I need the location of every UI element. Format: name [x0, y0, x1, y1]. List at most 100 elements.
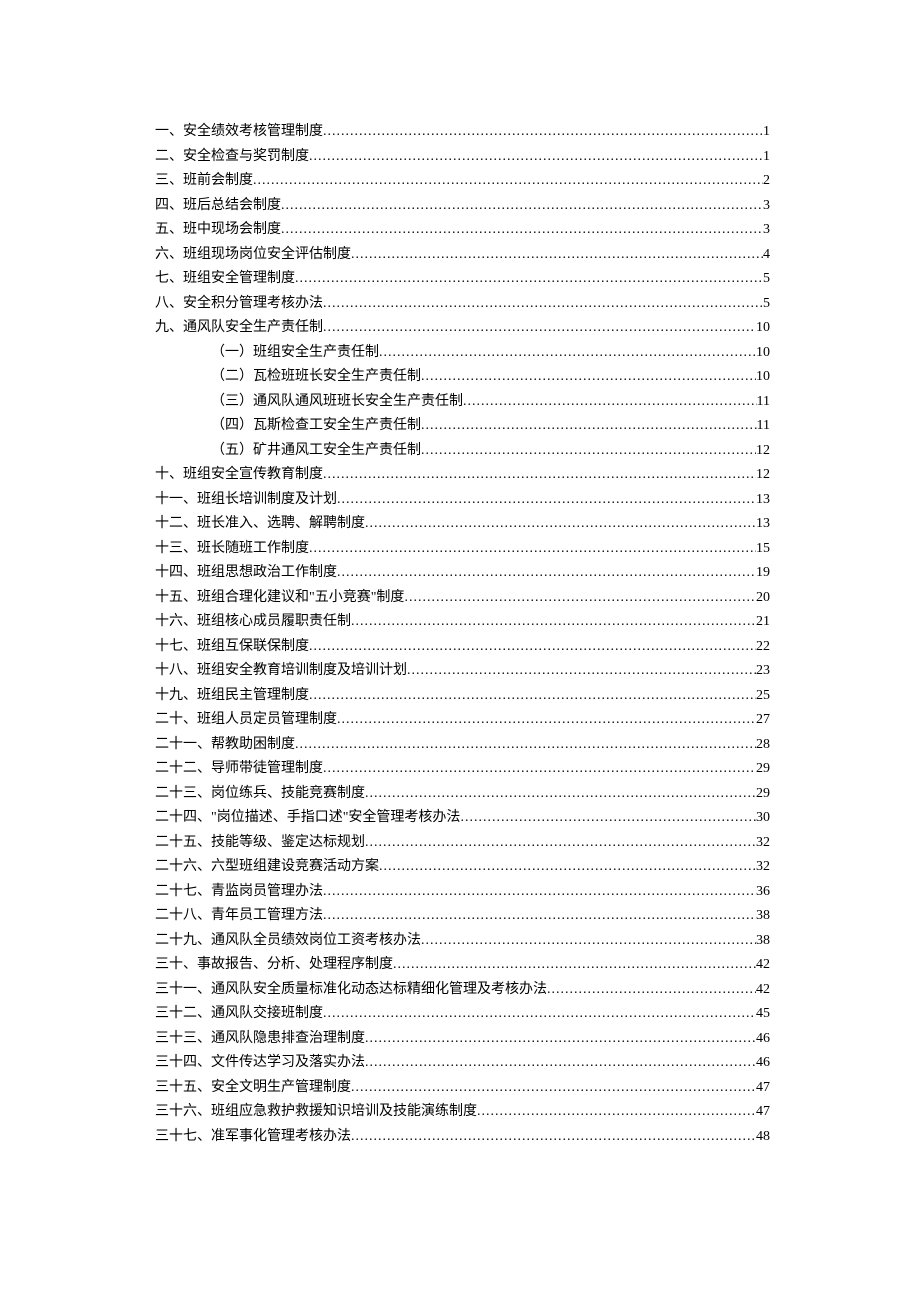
- toc-entry-label: 十六、班组核心成员履职责任制: [155, 610, 351, 635]
- toc-entry-page: 3: [763, 218, 770, 243]
- toc-entry[interactable]: （二）瓦检班班长安全生产责任制10: [155, 365, 770, 390]
- toc-entry[interactable]: （五）矿井通风工安全生产责任制12: [155, 439, 770, 464]
- toc-entry-page: 1: [763, 120, 770, 145]
- toc-entry-page: 38: [756, 904, 770, 929]
- toc-entry-page: 36: [756, 880, 770, 905]
- toc-entry-page: 32: [756, 831, 770, 856]
- toc-entry[interactable]: 二十、班组人员定员管理制度27: [155, 708, 770, 733]
- toc-entry-label: 十、班组安全宣传教育制度: [155, 463, 323, 488]
- toc-entry-page: 4: [763, 243, 770, 268]
- toc-entry[interactable]: 十、班组安全宣传教育制度12: [155, 463, 770, 488]
- toc-entry-label: 三十六、班组应急救护救援知识培训及技能演练制度: [155, 1100, 477, 1125]
- toc-entry-label: 二十六、六型班组建设竞赛活动方案: [155, 855, 379, 880]
- toc-entry-label: 五、班中现场会制度: [155, 218, 281, 243]
- toc-leader-dots: [309, 145, 763, 170]
- toc-entry[interactable]: 二十六、六型班组建设竞赛活动方案 32: [155, 855, 770, 880]
- toc-entry[interactable]: （一）班组安全生产责任制 10: [155, 341, 770, 366]
- toc-entry-label: 二十二、导师带徒管理制度: [155, 757, 323, 782]
- toc-entry-page: 12: [756, 439, 770, 464]
- toc-entry[interactable]: 二十五、技能等级、鉴定达标规划 32: [155, 831, 770, 856]
- toc-entry[interactable]: 十六、班组核心成员履职责任制 21: [155, 610, 770, 635]
- toc-entry[interactable]: 三十五、安全文明生产管理制度47: [155, 1076, 770, 1101]
- toc-entry-label: 二十五、技能等级、鉴定达标规划: [155, 831, 365, 856]
- toc-entry[interactable]: 三十三、通风队隐患排查治理制度46: [155, 1027, 770, 1052]
- toc-leader-dots: [323, 904, 756, 929]
- toc-entry[interactable]: 八、安全积分管理考核办法5: [155, 292, 770, 317]
- toc-entry-page: 1: [763, 145, 770, 170]
- toc-entry[interactable]: 二十一、帮教助困制度28: [155, 733, 770, 758]
- toc-leader-dots: [309, 635, 756, 660]
- toc-leader-dots: [460, 806, 756, 831]
- toc-entry[interactable]: 二十二、导师带徒管理制度29: [155, 757, 770, 782]
- toc-entry-page: 38: [756, 929, 770, 954]
- toc-entry[interactable]: 十二、班长准入、选聘、解聘制度13: [155, 512, 770, 537]
- toc-entry[interactable]: 三、班前会制度2: [155, 169, 770, 194]
- toc-leader-dots: [295, 267, 763, 292]
- toc-entry-label: （一）班组安全生产责任制: [211, 341, 379, 366]
- toc-entry[interactable]: 十一、班组长培训制度及计划13: [155, 488, 770, 513]
- toc-entry[interactable]: 二、安全检查与奖罚制度1: [155, 145, 770, 170]
- toc-leader-dots: [295, 733, 756, 758]
- toc-leader-dots: [323, 463, 756, 488]
- toc-leader-dots: [351, 243, 763, 268]
- toc-entry[interactable]: 七、班组安全管理制度5: [155, 267, 770, 292]
- toc-entry-label: 十五、班组合理化建议和"五小竞赛"制度: [155, 586, 404, 611]
- toc-leader-dots: [323, 757, 756, 782]
- toc-entry[interactable]: 三十七、准军事化管理考核办法48: [155, 1125, 770, 1150]
- toc-leader-dots: [351, 610, 756, 635]
- toc-entry-label: 三十四、文件传达学习及落实办法: [155, 1051, 365, 1076]
- toc-entry[interactable]: 五、班中现场会制度 3: [155, 218, 770, 243]
- toc-leader-dots: [407, 659, 756, 684]
- toc-entry[interactable]: 二十九、通风队全员绩效岗位工资考核办法38: [155, 929, 770, 954]
- toc-entry-page: 29: [756, 782, 770, 807]
- toc-leader-dots: [323, 292, 763, 317]
- toc-entry[interactable]: 三十四、文件传达学习及落实办法46: [155, 1051, 770, 1076]
- toc-leader-dots: [337, 488, 756, 513]
- toc-entry[interactable]: 十九、班组民主管理制度25: [155, 684, 770, 709]
- toc-leader-dots: [337, 561, 756, 586]
- toc-entry[interactable]: 三十六、班组应急救护救援知识培训及技能演练制度47: [155, 1100, 770, 1125]
- toc-entry-page: 20: [756, 586, 770, 611]
- toc-entry-page: 10: [756, 316, 770, 341]
- toc-entry[interactable]: 六、班组现场岗位安全评估制度4: [155, 243, 770, 268]
- toc-entry[interactable]: 十五、班组合理化建议和"五小竞赛"制度 20: [155, 586, 770, 611]
- toc-entry[interactable]: 一、安全绩效考核管理制度 1: [155, 120, 770, 145]
- toc-entry[interactable]: 四、班后总结会制度 3: [155, 194, 770, 219]
- toc-entry[interactable]: 二十四、"岗位描述、手指口述"安全管理考核办法30: [155, 806, 770, 831]
- toc-entry-label: 二十八、青年员工管理方法: [155, 904, 323, 929]
- toc-entry-page: 19: [756, 561, 770, 586]
- toc-entry[interactable]: 九、通风队安全生产责任制10: [155, 316, 770, 341]
- toc-entry-label: 十七、班组互保联保制度: [155, 635, 309, 660]
- toc-entry-page: 32: [756, 855, 770, 880]
- toc-entry-label: 二十七、青监岗员管理办法: [155, 880, 323, 905]
- toc-entry-label: 一、安全绩效考核管理制度: [155, 120, 323, 145]
- toc-entry-label: 四、班后总结会制度: [155, 194, 281, 219]
- toc-entry-label: 七、班组安全管理制度: [155, 267, 295, 292]
- toc-entry[interactable]: 二十八、青年员工管理方法 38: [155, 904, 770, 929]
- toc-entry[interactable]: 三十一、通风队安全质量标准化动态达标精细化管理及考核办法42: [155, 978, 770, 1003]
- toc-entry[interactable]: 十七、班组互保联保制度22: [155, 635, 770, 660]
- toc-leader-dots: [337, 708, 756, 733]
- toc-entry-page: 3: [763, 194, 770, 219]
- toc-entry[interactable]: 三十二、通风队交接班制度45: [155, 1002, 770, 1027]
- toc-entry-page: 28: [756, 733, 770, 758]
- toc-entry-label: 三十一、通风队安全质量标准化动态达标精细化管理及考核办法: [155, 978, 547, 1003]
- toc-leader-dots: [253, 169, 763, 194]
- toc-entry[interactable]: 十三、班长随班工作制度15: [155, 537, 770, 562]
- toc-entry-label: 三十二、通风队交接班制度: [155, 1002, 323, 1027]
- toc-entry-page: 25: [756, 684, 770, 709]
- toc-entry-page: 13: [756, 512, 770, 537]
- toc-entry-page: 42: [756, 953, 770, 978]
- toc-entry-page: 10: [756, 341, 770, 366]
- toc-leader-dots: [309, 537, 756, 562]
- toc-entry-page: 21: [756, 610, 770, 635]
- toc-entry[interactable]: 十四、班组思想政治工作制度19: [155, 561, 770, 586]
- toc-entry[interactable]: 二十三、岗位练兵、技能竞赛制度29: [155, 782, 770, 807]
- toc-entry[interactable]: 十八、班组安全教育培训制度及培训计划23: [155, 659, 770, 684]
- toc-entry[interactable]: 二十七、青监岗员管理办法 36: [155, 880, 770, 905]
- toc-leader-dots: [365, 831, 756, 856]
- toc-entry[interactable]: （四）瓦斯检查工安全生产责任制11: [155, 414, 770, 439]
- toc-entry[interactable]: （三）通风队通风班班长安全生产责任制11: [155, 390, 770, 415]
- toc-entry[interactable]: 三十、事故报告、分析、处理程序制度42: [155, 953, 770, 978]
- toc-leader-dots: [365, 1051, 756, 1076]
